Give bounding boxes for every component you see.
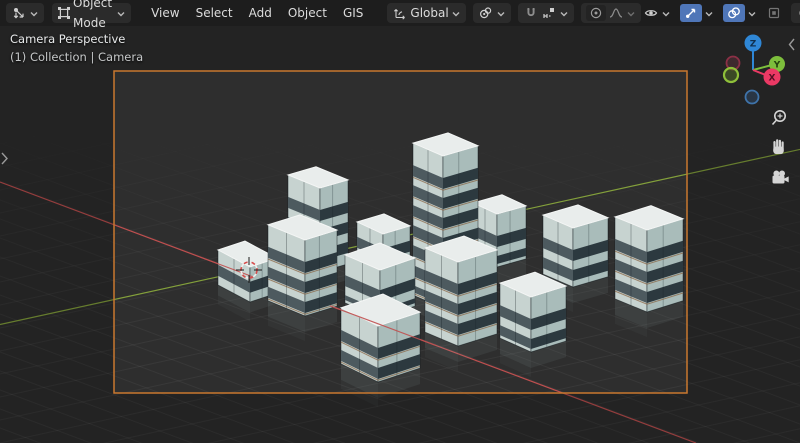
- show-gizmos-toggle[interactable]: [680, 3, 714, 23]
- transform-orientation-dropdown[interactable]: Global: [387, 3, 465, 23]
- blender-window: Object Mode View Select Add Object GIS G…: [0, 0, 800, 443]
- orientation-label: Global: [410, 3, 448, 23]
- orientation-global-icon: [392, 5, 408, 21]
- shading-wireframe-button[interactable]: [795, 4, 800, 22]
- proportional-editing-icon: [586, 5, 606, 21]
- chevron-down-icon: [29, 4, 39, 23]
- overlays-icon: [723, 4, 745, 22]
- menu-gis[interactable]: GIS: [335, 3, 371, 23]
- mode-dropdown[interactable]: Object Mode: [52, 3, 131, 23]
- show-overlays-toggle[interactable]: [723, 3, 757, 23]
- axis-y-label: Y: [773, 61, 781, 71]
- chevron-down-icon: [704, 4, 714, 23]
- building[interactable]: [425, 236, 497, 371]
- menu-select[interactable]: Select: [188, 3, 241, 23]
- object-mode-icon: [57, 5, 71, 21]
- building[interactable]: [268, 215, 337, 341]
- building[interactable]: [615, 206, 683, 337]
- axis-z-label: Z: [750, 40, 757, 50]
- viewport-header: Object Mode View Select Add Object GIS G…: [0, 0, 800, 26]
- editor-3d-viewport-icon: [11, 5, 27, 21]
- axis-neg-y-ball[interactable]: [724, 68, 738, 82]
- building[interactable]: [341, 294, 420, 407]
- object-visibility-dropdown[interactable]: [643, 3, 671, 23]
- xray-icon: [766, 5, 782, 21]
- viewport-canvas[interactable]: Z Y X: [0, 26, 800, 443]
- viewport-3d[interactable]: Z Y X: [0, 26, 800, 443]
- menu-view[interactable]: View: [143, 3, 187, 23]
- chevron-down-icon: [496, 4, 506, 23]
- building[interactable]: [500, 272, 566, 377]
- editor-type-button[interactable]: [6, 3, 44, 23]
- xray-toggle[interactable]: [766, 3, 782, 23]
- gizmos-icon: [680, 4, 702, 22]
- chevron-down-icon: [661, 4, 671, 23]
- chevron-down-icon: [116, 4, 126, 23]
- shading-mode-group: [791, 3, 800, 23]
- transform-settings: Global: [387, 3, 640, 23]
- viewport-display-settings: [643, 3, 800, 23]
- snap-magnet-icon: [523, 5, 539, 21]
- falloff-curve-icon: [608, 5, 624, 21]
- chevron-down-icon: [451, 4, 461, 23]
- axis-x-label: X: [769, 74, 776, 84]
- snapping-group[interactable]: [518, 3, 574, 23]
- mode-label: Object Mode: [73, 0, 114, 33]
- menu-object[interactable]: Object: [280, 3, 335, 23]
- chevron-down-icon: [559, 4, 569, 23]
- visibility-eye-icon: [643, 5, 659, 21]
- menu-add[interactable]: Add: [241, 3, 280, 23]
- pivot-point-icon: [478, 5, 494, 21]
- pivot-point-dropdown[interactable]: [473, 3, 511, 23]
- axis-neg-z-ball[interactable]: [746, 91, 759, 104]
- chevron-down-icon: [747, 4, 757, 23]
- snap-increment-icon: [541, 5, 557, 21]
- menu-bar: View Select Add Object GIS: [143, 3, 371, 23]
- proportional-editing-group[interactable]: [581, 3, 641, 23]
- chevron-down-icon: [626, 4, 636, 23]
